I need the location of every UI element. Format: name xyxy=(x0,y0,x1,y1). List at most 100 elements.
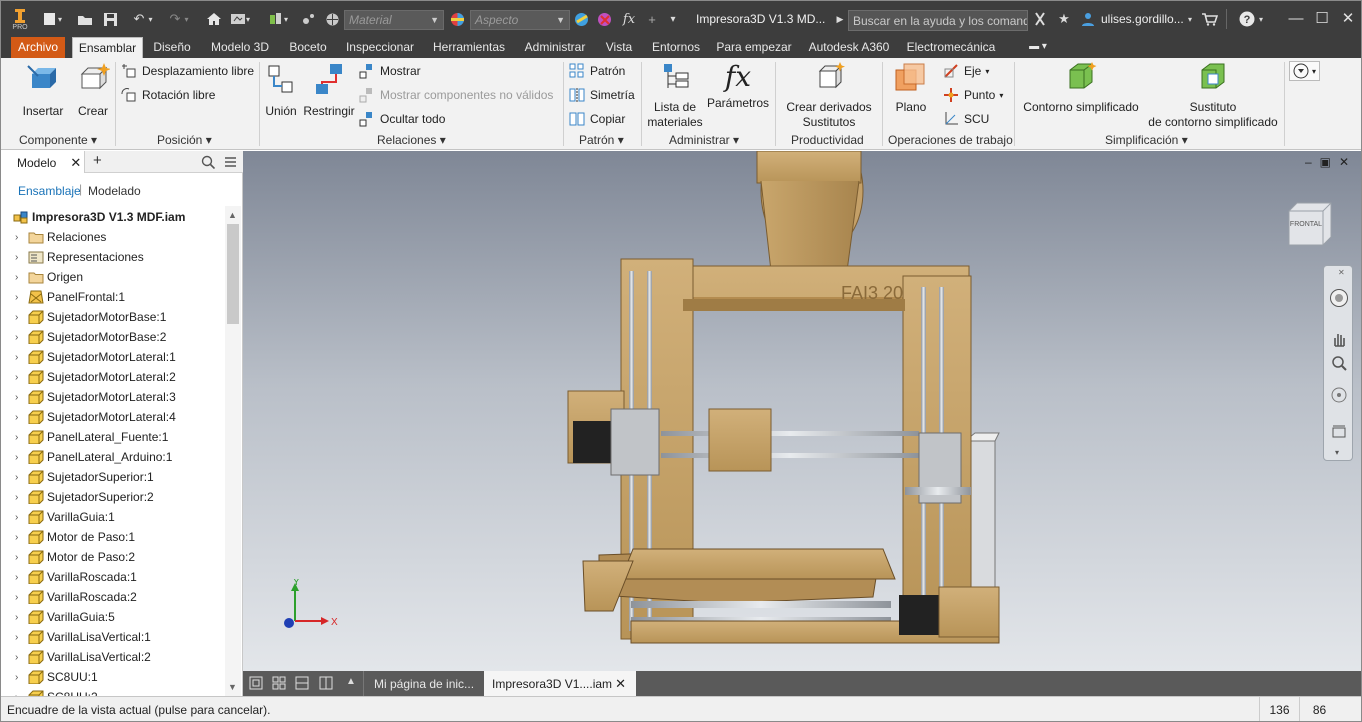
mirror-button[interactable]: Simetría xyxy=(569,85,635,105)
chevron-right-icon[interactable]: › xyxy=(15,472,25,483)
tree-node[interactable]: › Relaciones xyxy=(1,227,225,247)
tree-node[interactable]: › SC8UU:1 xyxy=(1,667,225,687)
material-dropdown[interactable]: Material ▼ xyxy=(344,10,444,30)
ucs-button[interactable]: SCU xyxy=(943,109,989,129)
customize-toolbar-icon[interactable]: ▾ xyxy=(665,10,681,28)
panel-title-patron[interactable]: Patrón ▾ xyxy=(579,133,624,147)
derive-substitutes-button[interactable]: Crear derivados Sustitutos xyxy=(781,62,877,130)
chevron-right-icon[interactable]: › xyxy=(15,252,25,263)
chevron-right-icon[interactable]: › xyxy=(15,332,25,343)
tile-windows-icon[interactable] xyxy=(272,676,286,690)
tree-root[interactable]: Impresora3D V1.3 MDF.iam xyxy=(1,207,225,227)
scroll-up-icon[interactable]: ▲ xyxy=(228,210,237,220)
tree-node[interactable]: › SujetadorMotorBase:2 xyxy=(1,327,225,347)
chevron-right-icon[interactable]: › xyxy=(15,512,25,523)
chevron-right-icon[interactable]: › xyxy=(15,652,25,663)
tab-boceto[interactable]: Boceto xyxy=(283,37,333,58)
user-account[interactable]: ulises.gordillo... xyxy=(1101,12,1184,26)
tree-node[interactable]: › SujetadorSuperior:1 xyxy=(1,467,225,487)
open-folder-icon[interactable] xyxy=(77,10,93,28)
home-icon[interactable] xyxy=(205,10,223,28)
panel-title-posicion[interactable]: Posición ▾ xyxy=(157,133,212,147)
tab-autodesk-a360[interactable]: Autodesk A360 xyxy=(804,37,894,58)
copy-button[interactable]: Copiar xyxy=(569,109,625,129)
user-icon[interactable] xyxy=(1079,10,1097,28)
search-binoculars-icon[interactable] xyxy=(1031,10,1049,28)
axis-button[interactable]: Eje ▾ xyxy=(943,61,989,81)
tree-node[interactable]: ›SC8UU:2 xyxy=(1,687,225,696)
chevron-right-icon[interactable]: › xyxy=(15,272,25,283)
undo-icon[interactable]: ↶ ▾ xyxy=(126,10,160,28)
orbit-icon[interactable] xyxy=(1330,386,1348,404)
close-window-button[interactable]: ✕ xyxy=(1335,7,1361,29)
measure-icon[interactable] xyxy=(300,10,316,28)
chevron-right-icon[interactable]: › xyxy=(15,672,25,683)
redo-icon[interactable]: ↷ ▾ xyxy=(164,10,194,28)
plane-button[interactable]: Plano xyxy=(889,62,933,115)
chevron-right-icon[interactable]: › xyxy=(15,532,25,543)
appearance-dropdown[interactable]: Aspecto ▼ xyxy=(470,10,570,30)
tree-node[interactable]: › SujetadorMotorLateral:3 xyxy=(1,387,225,407)
tab-administrar[interactable]: Administrar xyxy=(519,37,591,58)
tree-node[interactable]: › VarillaLisaVertical:2 xyxy=(1,647,225,667)
menu-icon[interactable] xyxy=(224,156,237,168)
browser-scrollbar[interactable]: ▲ ▼ xyxy=(225,206,241,696)
tree-node[interactable]: › Motor de Paso:1 xyxy=(1,527,225,547)
tab-archivo[interactable]: Archivo xyxy=(11,37,65,58)
pattern-button[interactable]: Patrón xyxy=(569,61,625,81)
new-file-icon[interactable]: ▾ xyxy=(41,10,63,28)
tab-modelo[interactable]: Modelo ✕ xyxy=(1,151,85,173)
free-move-button[interactable]: Desplazamiento libre xyxy=(121,61,254,81)
tab-ensamblar[interactable]: Ensamblar xyxy=(72,37,143,58)
shrinkwrap-substitute-button[interactable]: Sustituto de contorno simplificado xyxy=(1143,62,1283,130)
tree-node[interactable]: › VarillaRoscada:2 xyxy=(1,587,225,607)
tree-node[interactable]: › PanelLateral_Fuente:1 xyxy=(1,427,225,447)
tab-modelo-3d[interactable]: Modelo 3D xyxy=(205,37,275,58)
chevron-right-icon[interactable]: › xyxy=(15,392,25,403)
minimize-button[interactable]: — xyxy=(1283,7,1309,29)
panel-title-simplificacion[interactable]: Simplificación ▾ xyxy=(1105,133,1188,147)
insert-button[interactable]: Insertar xyxy=(15,62,71,119)
chevron-down-icon[interactable]: ▾ xyxy=(1335,448,1339,457)
ribbon-display-toggle[interactable]: ▬ ▾ xyxy=(1023,37,1053,58)
steering-wheel-icon[interactable] xyxy=(1329,288,1349,308)
panel-title-administrar[interactable]: Administrar ▾ xyxy=(669,133,739,147)
scroll-down-icon[interactable]: ▼ xyxy=(228,682,237,692)
tree-node[interactable]: › SujetadorMotorBase:1 xyxy=(1,307,225,327)
bom-button[interactable]: Lista de materiales xyxy=(645,62,705,130)
favorites-star-icon[interactable]: ★ xyxy=(1055,10,1073,28)
union-button[interactable]: Unión xyxy=(262,62,300,119)
tree-node[interactable]: › SujetadorMotorLateral:4 xyxy=(1,407,225,427)
add-icon[interactable]: + xyxy=(644,10,660,28)
look-at-icon[interactable] xyxy=(1330,422,1348,440)
viewcube[interactable]: FRONTAL xyxy=(1285,199,1337,247)
chevron-right-icon[interactable]: › xyxy=(15,612,25,623)
tree-node[interactable]: › VarillaGuia:1 xyxy=(1,507,225,527)
tree-node[interactable]: › VarillaLisaVertical:1 xyxy=(1,627,225,647)
tree-node[interactable]: › Representaciones xyxy=(1,247,225,267)
hide-all-button[interactable]: Ocultar todo xyxy=(359,109,445,129)
close-icon[interactable]: ✕ xyxy=(70,155,81,170)
graphics-viewport[interactable]: FAI3 20 FRONTAL ✕ ▾ –▣✕ Y X xyxy=(243,151,1361,671)
zoom-icon[interactable] xyxy=(1330,354,1348,372)
chevron-down-icon[interactable]: ▾ xyxy=(1185,10,1195,28)
tab-electromecanica[interactable]: Electromecánica xyxy=(903,37,999,58)
tab-vista[interactable]: Vista xyxy=(601,37,637,58)
chevron-right-icon[interactable]: › xyxy=(15,312,25,323)
show-missing-button[interactable]: Mostrar componentes no válidos xyxy=(359,85,553,105)
chevron-right-icon[interactable]: › xyxy=(15,292,25,303)
save-icon[interactable] xyxy=(102,10,118,28)
ribbon-options-button[interactable]: ▾ xyxy=(1289,61,1321,81)
close-icon[interactable]: ✕ xyxy=(1338,268,1345,277)
search-icon[interactable] xyxy=(201,155,215,169)
chevron-right-icon[interactable]: › xyxy=(15,352,25,363)
restrict-button[interactable]: Restringir xyxy=(301,62,357,119)
maximize-button[interactable]: ☐ xyxy=(1309,7,1335,29)
chevron-right-icon[interactable]: › xyxy=(15,232,25,243)
cascade-windows-icon[interactable] xyxy=(249,676,263,690)
add-icon[interactable]: + xyxy=(93,152,102,169)
chevron-right-icon[interactable]: › xyxy=(15,412,25,423)
help-icon[interactable]: ? ▾ xyxy=(1235,10,1267,28)
tab-entornos[interactable]: Entornos xyxy=(646,37,706,58)
adjust-appearance-icon[interactable] xyxy=(573,10,591,28)
